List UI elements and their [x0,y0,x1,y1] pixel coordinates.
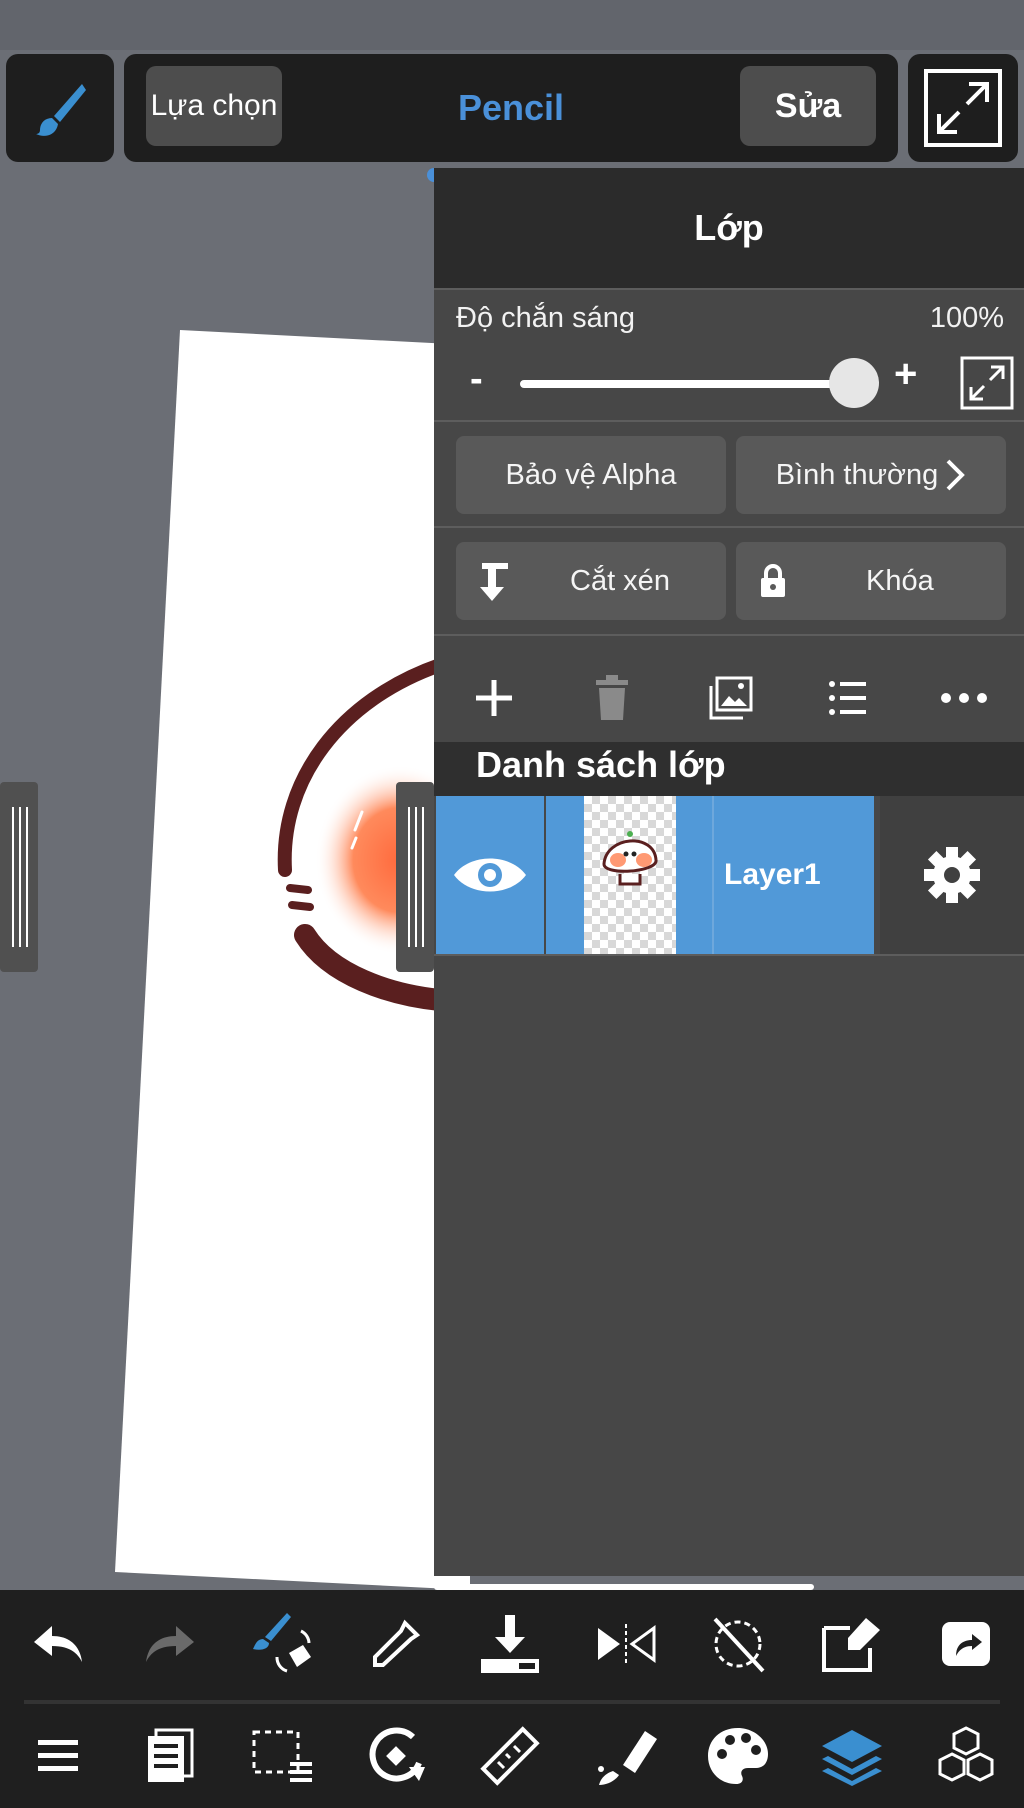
bottom-toolbar [0,1590,1024,1808]
plus-icon [476,680,512,716]
share-button[interactable] [926,1604,1006,1684]
layer-settings-button[interactable] [880,796,1024,954]
menu-button[interactable] [18,1716,98,1796]
trash-icon [596,675,628,720]
more-options-button[interactable] [924,648,1004,748]
opacity-label: Độ chắn sáng [456,302,635,334]
selection-icon [252,1730,312,1782]
document-button[interactable] [130,1716,210,1796]
eyedropper-icon [373,1619,421,1667]
right-panel-handle[interactable] [396,782,434,972]
brush-tool-button[interactable] [6,54,114,162]
layers-button[interactable] [812,1716,892,1796]
transform-edit-button[interactable] [812,1604,892,1684]
bucket-icon [598,1731,657,1785]
color-palette-button[interactable] [698,1716,778,1796]
redo-icon [146,1626,194,1662]
undo-button[interactable] [18,1604,98,1684]
layer-panel: Lớp Độ chắn sáng 100% - + Bảo vệ Alpha B… [434,168,1024,1576]
brush-icon [36,84,86,136]
tool-name[interactable]: Pencil [374,54,648,162]
delete-layer-button[interactable] [572,648,652,748]
blend-mode-label: Bình thường [775,458,939,491]
ruler-button[interactable] [470,1716,550,1796]
edit-frame-icon [822,1618,880,1672]
ruler-icon [480,1726,540,1786]
transform-rotate-button[interactable] [356,1716,436,1796]
layer-list-title: Danh sách lớp [476,744,726,785]
clipping-arrow-icon [480,563,508,601]
lock-icon [761,564,785,597]
chevron-right-icon [946,459,966,491]
hamburger-icon [38,1740,78,1771]
layer-name[interactable]: Layer1 [724,796,870,954]
materials-button[interactable] [926,1716,1006,1796]
expand-icon [960,356,1014,410]
palette-icon [708,1728,768,1784]
brush-eraser-toggle[interactable] [242,1604,322,1684]
cubes-icon [938,1726,994,1782]
clipping-label: Cắt xén [570,564,670,597]
redo-button[interactable] [130,1604,210,1684]
flip-horizontal-button[interactable] [586,1604,666,1684]
opacity-decrease-button[interactable]: - [470,358,483,401]
layer-visibility-toggle[interactable] [436,796,544,954]
panel-title: Lớp [434,168,1024,288]
import-image-button[interactable] [690,648,770,748]
lock-label: Khóa [866,564,934,597]
rotate-reset-button[interactable] [698,1604,778,1684]
alpha-protect-label: Bảo vệ Alpha [505,458,677,491]
share-icon [942,1622,990,1666]
layer-list-button[interactable] [808,648,888,748]
layer-row[interactable]: Layer1 [434,796,1024,956]
fill-tool-button[interactable] [586,1716,666,1796]
opacity-expand-button[interactable] [960,356,1014,410]
rotate-off-icon [713,1617,765,1673]
flip-icon [598,1624,656,1664]
download-icon [481,1615,539,1673]
eye-icon [454,858,526,892]
left-panel-handle[interactable] [0,782,38,972]
save-download-button[interactable] [470,1604,550,1684]
clipping-button[interactable]: Cắt xén [456,542,726,620]
lock-button[interactable]: Khóa [736,542,1006,620]
image-icon [709,676,753,720]
fullscreen-button[interactable] [908,54,1018,162]
expand-icon [924,69,1002,147]
document-icon [148,1728,194,1782]
more-icon [941,693,987,703]
gear-icon [924,847,980,903]
alpha-protect-button[interactable]: Bảo vệ Alpha [456,436,726,514]
list-icon [829,681,866,715]
layer-thumbnail [584,796,676,954]
rotate-icon [369,1727,425,1782]
brush-swap-icon [253,1613,311,1673]
add-layer-button[interactable] [454,648,534,748]
layers-icon [822,1730,882,1786]
status-bar [0,0,1024,50]
opacity-increase-button[interactable]: + [894,352,917,397]
selection-button[interactable] [242,1716,322,1796]
tool-bar: Lựa chọn Pencil Sửa [124,54,898,162]
blend-mode-button[interactable]: Bình thường [736,436,1006,514]
eyedropper-button[interactable] [356,1604,436,1684]
opacity-slider-track[interactable] [520,380,874,388]
edit-button[interactable]: Sửa [740,66,876,146]
select-button[interactable]: Lựa chọn [146,66,282,146]
undo-icon [34,1626,82,1662]
opacity-value: 100% [929,302,1004,334]
opacity-slider-thumb[interactable] [829,358,879,408]
